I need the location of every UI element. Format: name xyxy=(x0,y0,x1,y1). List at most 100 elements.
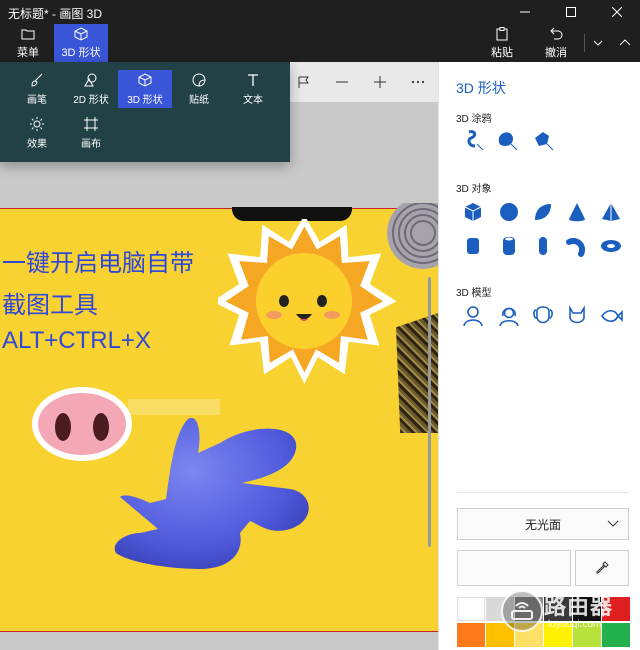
menu-item-label: 贴纸 xyxy=(189,95,209,106)
collapse-ribbon[interactable] xyxy=(614,24,636,62)
finish-select[interactable]: 无光面 xyxy=(457,508,629,540)
menu-item-label: 效果 xyxy=(27,139,47,150)
menu-button-label: 菜单 xyxy=(17,47,39,59)
3d-shapes-tab[interactable]: 3D 形状 xyxy=(54,24,108,62)
capsule-shape-icon[interactable] xyxy=(531,234,555,258)
cube-shape-icon[interactable] xyxy=(461,200,485,224)
title-bar: 无标题* - 画图 3D xyxy=(0,0,640,24)
eyedropper-icon xyxy=(596,561,609,574)
close-icon xyxy=(612,7,622,17)
flag-icon xyxy=(298,76,309,88)
more-options-button[interactable] xyxy=(406,70,430,94)
menu-item-stickers[interactable]: 贴纸 xyxy=(172,70,226,108)
minimize-icon xyxy=(520,11,530,13)
cube-icon xyxy=(74,27,88,41)
sticker-icon xyxy=(192,73,206,87)
canvas-text-line-3: ALT+CTRL+X xyxy=(2,327,151,354)
paste-icon xyxy=(496,27,508,41)
panel-title: 3D 形状 xyxy=(456,80,506,96)
3d-shapes-icon xyxy=(138,73,152,87)
color-swatch[interactable] xyxy=(457,623,485,647)
undo-label: 撤消 xyxy=(545,47,567,59)
cone-shape-icon[interactable] xyxy=(565,200,589,224)
paste-button[interactable]: 粘贴 xyxy=(482,24,522,62)
man-model-icon[interactable] xyxy=(461,304,485,328)
router-logo xyxy=(501,590,543,632)
more-dropdown[interactable] xyxy=(588,24,608,62)
section-3d-objects: 3D 对象 xyxy=(456,184,492,195)
finish-select-value: 无光面 xyxy=(524,517,561,532)
cat-model-icon[interactable] xyxy=(565,304,589,328)
zoom-in-button[interactable] xyxy=(368,70,392,94)
dog-model-icon[interactable] xyxy=(531,304,555,328)
flag-button[interactable] xyxy=(292,70,316,94)
window-title: 无标题* - 画图 3D xyxy=(8,7,103,21)
tools-menu-popup: 画笔 2D 形状 3D 形状 贴纸 文本 效果 画布 xyxy=(0,62,290,162)
donut-shape-icon[interactable] xyxy=(599,234,623,258)
panel-divider xyxy=(457,492,629,493)
menu-item-label: 画笔 xyxy=(27,95,47,106)
close-button[interactable] xyxy=(594,0,640,24)
menu-item-2d-shapes[interactable]: 2D 形状 xyxy=(64,70,118,108)
menu-item-effects[interactable]: 效果 xyxy=(10,114,64,152)
3d-shapes-tab-label: 3D 形状 xyxy=(61,47,101,59)
sponge-image xyxy=(396,313,438,433)
tube-doodle-icon[interactable] xyxy=(531,128,555,152)
menu-item-3d-shapes[interactable]: 3D 形状 xyxy=(118,70,172,108)
brush-icon xyxy=(31,73,43,87)
undo-icon xyxy=(550,27,563,40)
cylinder-shape-icon[interactable] xyxy=(461,234,485,258)
menu-item-text[interactable]: 文本 xyxy=(226,70,280,108)
2d-shapes-icon xyxy=(84,73,97,87)
menu-button[interactable]: 菜单 xyxy=(6,24,50,62)
blue-3d-doodle xyxy=(114,417,309,569)
folder-icon xyxy=(21,29,35,40)
paste-label: 粘贴 xyxy=(491,47,513,59)
menu-item-label: 文本 xyxy=(243,95,263,106)
curved-tube-shape-icon[interactable] xyxy=(565,234,589,258)
menu-item-canvas[interactable]: 画布 xyxy=(64,114,118,152)
section-3d-models: 3D 模型 xyxy=(456,288,492,299)
fish-model-icon[interactable] xyxy=(599,304,623,328)
eyedropper-button[interactable] xyxy=(575,550,629,586)
pyramid-shape-icon[interactable] xyxy=(599,200,623,224)
chevron-up-icon xyxy=(619,39,631,46)
minus-icon xyxy=(336,81,348,83)
undo-button[interactable]: 撤消 xyxy=(536,24,576,62)
menu-item-brush[interactable]: 画笔 xyxy=(10,70,64,108)
tube-shape-icon[interactable] xyxy=(497,234,521,258)
maximize-icon xyxy=(566,7,576,17)
zoom-out-button[interactable] xyxy=(330,70,354,94)
menu-item-label: 2D 形状 xyxy=(73,95,109,106)
hemisphere-shape-icon[interactable] xyxy=(531,200,555,224)
effects-icon xyxy=(30,117,44,131)
ribbon-divider xyxy=(584,34,585,52)
soft-doodle-icon[interactable] xyxy=(495,128,519,152)
drawing-canvas[interactable]: 一键开启电脑自带 截图工具 ALT+CTRL+X xyxy=(0,203,438,632)
ribbon: 菜单 3D 形状 粘贴 撤消 xyxy=(0,24,640,62)
text-icon xyxy=(248,74,258,86)
chevron-down-icon xyxy=(607,520,619,527)
plus-icon xyxy=(374,76,386,88)
maximize-button[interactable] xyxy=(548,0,594,24)
canvas-icon xyxy=(84,117,98,131)
section-3d-doodle: 3D 涂鸦 xyxy=(456,114,492,125)
watermark: 路由器 luyouqi.com xyxy=(496,585,636,645)
ellipsis-icon xyxy=(411,80,425,84)
watermark-site: luyouqi.com xyxy=(548,619,602,630)
canvas-text-line-1: 一键开启电脑自带 xyxy=(2,250,194,277)
canvas-text-line-2: 截图工具 xyxy=(2,292,98,319)
menu-item-label: 画布 xyxy=(81,139,101,150)
watermark-title: 路由器 xyxy=(544,594,614,619)
woman-model-icon[interactable] xyxy=(497,304,521,328)
sun-sticker xyxy=(218,219,397,384)
sphere-shape-icon[interactable] xyxy=(497,200,521,224)
vertical-scrollbar[interactable] xyxy=(428,277,431,547)
color-swatch[interactable] xyxy=(457,597,485,621)
minimize-button[interactable] xyxy=(502,0,548,24)
sharp-doodle-icon[interactable] xyxy=(461,128,485,152)
current-color-box[interactable] xyxy=(457,550,571,586)
menu-item-label: 3D 形状 xyxy=(127,95,163,106)
chevron-down-icon xyxy=(593,40,603,46)
shapes-side-panel: 3D 形状 3D 涂鸦 3D 对象 3D 模型 无光面 xyxy=(438,62,640,650)
